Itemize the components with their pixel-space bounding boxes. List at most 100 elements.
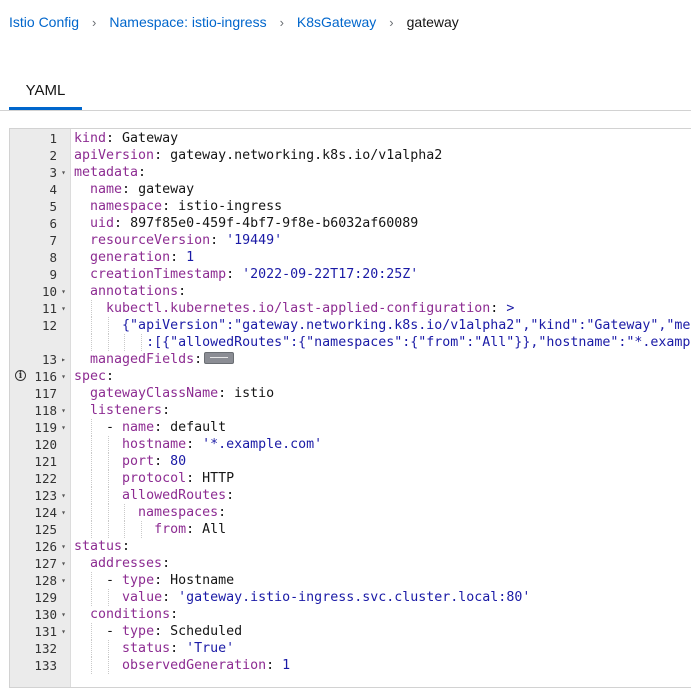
fold-chevron-down-icon[interactable]: ▾: [59, 368, 68, 385]
code-line[interactable]: 12 {"apiVersion":"gateway.networking.k8s…: [10, 317, 691, 334]
fold-chevron-down-icon[interactable]: ▾: [59, 538, 68, 555]
indent-guide: [124, 521, 126, 538]
fold-chevron-down-icon[interactable]: ▾: [59, 504, 68, 521]
code-line[interactable]: 133 observedGeneration: 1: [10, 657, 691, 674]
code-line[interactable]: :[{"allowedRoutes":{"namespaces":{"from"…: [10, 334, 691, 351]
code-line[interactable]: 9 creationTimestamp: '2022-09-22T17:20:2…: [10, 266, 691, 283]
code-line[interactable]: 120 hostname: '*.example.com': [10, 436, 691, 453]
yaml-value: {"apiVersion":"gateway.networking.k8s.io…: [122, 318, 691, 333]
fold-chevron-down-icon[interactable]: ▾: [59, 623, 68, 640]
yaml-punctuation: [74, 216, 90, 231]
line-number: 2: [49, 148, 57, 163]
code-line[interactable]: i 116 ▾ spec:: [10, 368, 691, 385]
code-line[interactable]: 132 status: 'True': [10, 640, 691, 657]
breadcrumb-link-istio-config[interactable]: Istio Config: [9, 14, 79, 30]
yaml-punctuation: :: [154, 454, 171, 469]
breadcrumb-link-object-type[interactable]: K8sGateway: [297, 14, 376, 30]
code-line[interactable]: 119 ▾ - name: default: [10, 419, 691, 436]
fold-chevron-down-icon[interactable]: ▾: [59, 555, 68, 572]
code-text: - type: Scheduled: [74, 623, 242, 640]
yaml-key: kind: [74, 131, 107, 146]
yaml-punctuation: -: [74, 420, 123, 435]
code-line[interactable]: 128 ▾ - type: Hostname: [10, 572, 691, 589]
line-number: 127: [34, 556, 57, 571]
code-line[interactable]: 8 generation: 1: [10, 249, 691, 266]
code-line[interactable]: 127 ▾ addresses:: [10, 555, 691, 572]
code-text: from: All: [74, 521, 226, 538]
line-number: 131: [34, 624, 57, 639]
code-line[interactable]: 121 port: 80: [10, 453, 691, 470]
fold-chevron-down-icon[interactable]: ▾: [59, 283, 68, 300]
yaml-punctuation: :: [186, 522, 203, 537]
yaml-punctuation: :: [106, 131, 123, 146]
indent-guide: [107, 470, 109, 487]
indent-guide: [90, 470, 92, 487]
code-line[interactable]: 129 value: 'gateway.istio-ingress.svc.cl…: [10, 589, 691, 606]
code-text: uid: 897f85e0-459f-4bf7-9f8e-b6032af6008…: [74, 215, 418, 232]
fold-chevron-down-icon[interactable]: ▾: [59, 402, 68, 419]
fold-chevron-right-icon[interactable]: ▸: [59, 351, 68, 368]
breadcrumb-link-namespace[interactable]: Namespace: istio-ingress: [109, 14, 266, 30]
indent-guide: [107, 453, 109, 470]
fold-chevron-down-icon[interactable]: ▾: [59, 300, 68, 317]
fold-chevron-down-icon[interactable]: ▾: [59, 487, 68, 504]
code-line[interactable]: 5 namespace: istio-ingress: [10, 198, 691, 215]
fold-chevron-down-icon[interactable]: ▾: [59, 164, 68, 181]
fold-chevron-down-icon[interactable]: ▾: [59, 419, 68, 436]
yaml-punctuation: :: [138, 165, 147, 180]
yaml-key: protocol: [122, 471, 187, 486]
line-number: 132: [34, 641, 57, 656]
code-line[interactable]: 124 ▾ namespaces:: [10, 504, 691, 521]
fold-chevron-down-icon[interactable]: ▾: [59, 572, 68, 589]
indent-guide: [90, 334, 92, 351]
line-number: 117: [34, 386, 57, 401]
code-line[interactable]: 125 from: All: [10, 521, 691, 538]
yaml-value: 1: [186, 250, 195, 265]
code-line[interactable]: 123 ▾ allowedRoutes:: [10, 487, 691, 504]
indent-guide: [90, 504, 92, 521]
tab-yaml[interactable]: YAML: [9, 70, 82, 110]
yaml-punctuation: :: [226, 267, 243, 282]
yaml-punctuation: -: [74, 624, 123, 639]
yaml-key: uid: [90, 216, 115, 231]
code-line[interactable]: 117 gatewayClassName: istio: [10, 385, 691, 402]
code-text: creationTimestamp: '2022-09-22T17:20:25Z…: [74, 266, 418, 283]
code-line[interactable]: 122 protocol: HTTP: [10, 470, 691, 487]
code-line[interactable]: 130 ▾ conditions:: [10, 606, 691, 623]
code-line[interactable]: 11 ▾ kubectl.kubernetes.io/last-applied-c…: [10, 300, 691, 317]
yaml-punctuation: :: [170, 607, 179, 622]
yaml-punctuation: [74, 182, 90, 197]
code-line[interactable]: 10 ▾ annotations:: [10, 283, 691, 300]
yaml-value: Gateway: [122, 131, 179, 146]
code-line[interactable]: 4 name: gateway: [10, 181, 691, 198]
code-line[interactable]: 3 ▾ metadata:: [10, 164, 691, 181]
line-number: 3: [49, 165, 57, 180]
code-line[interactable]: 1 kind: Gateway: [10, 130, 691, 147]
yaml-editor[interactable]: 1 kind: Gateway 2 apiVersion: gateway.netwo…: [9, 128, 691, 688]
yaml-key: resourceVersion: [90, 233, 211, 248]
yaml-punctuation: [74, 352, 90, 367]
indent-guide: [90, 300, 92, 317]
yaml-punctuation: [74, 335, 146, 350]
fold-chevron-down-icon[interactable]: ▾: [59, 606, 68, 623]
collapsed-fold-icon[interactable]: [204, 352, 235, 364]
yaml-punctuation: :: [218, 386, 235, 401]
code-line[interactable]: 6 uid: 897f85e0-459f-4bf7-9f8e-b6032af60…: [10, 215, 691, 232]
code-line[interactable]: 126 ▾ status:: [10, 538, 691, 555]
code-text: status: 'True': [74, 640, 234, 657]
line-number: 12: [41, 318, 57, 333]
line-number: 122: [34, 471, 57, 486]
code-text: addresses:: [74, 555, 170, 572]
code-line[interactable]: 2 apiVersion: gateway.networking.k8s.io/v…: [10, 147, 691, 164]
code-line[interactable]: 13 ▸ managedFields:: [10, 351, 691, 368]
code-line[interactable]: 7 resourceVersion: '19449': [10, 232, 691, 249]
yaml-value: 1: [282, 658, 291, 673]
yaml-key: kubectl.kubernetes.io/last-applied-confi…: [106, 301, 491, 316]
code-line[interactable]: 131 ▾ - type: Scheduled: [10, 623, 691, 640]
indent-guide: [107, 640, 109, 657]
code-line[interactable]: 118 ▾ listeners:: [10, 402, 691, 419]
yaml-punctuation: :: [170, 641, 187, 656]
code-text: spec:: [74, 368, 114, 385]
yaml-punctuation: :: [186, 471, 203, 486]
code-text: allowedRoutes:: [74, 487, 234, 504]
